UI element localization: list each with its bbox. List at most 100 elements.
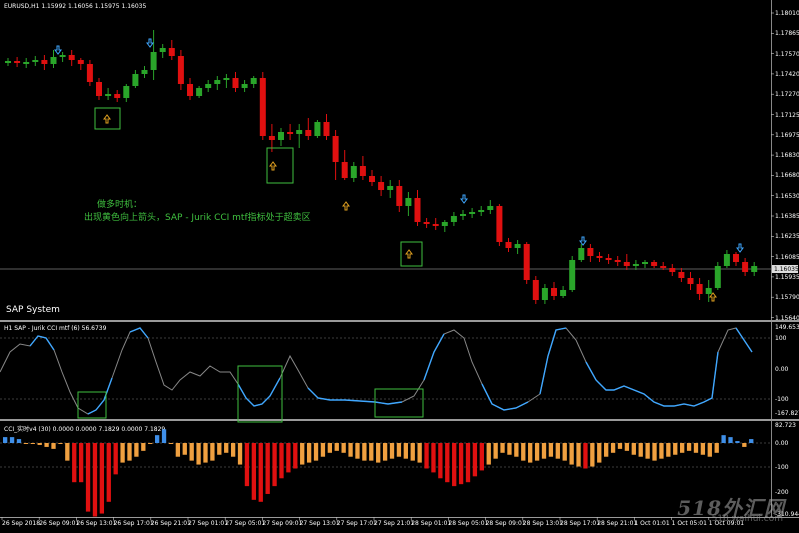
time-axis-label: 1 Oct 01:01 xyxy=(634,520,670,527)
jurik-extreme-segment xyxy=(87,377,113,415)
cci-bar-negative xyxy=(341,443,346,453)
bull-candle xyxy=(387,186,394,190)
cci-bar-negative xyxy=(507,443,512,455)
bull-candle xyxy=(105,94,112,96)
cci-bar-negative xyxy=(355,443,360,459)
price-axis-label: 1.16385 xyxy=(775,213,799,220)
cci-bar-negative xyxy=(293,443,298,469)
jurik-axis-label: -100 xyxy=(775,396,789,403)
cci-bar-negative xyxy=(707,443,712,457)
cci-bar-negative xyxy=(624,443,630,451)
bear-candle xyxy=(696,284,703,294)
cci-bar-negative xyxy=(65,443,70,461)
bull-candle xyxy=(296,130,303,134)
cci-bar-negative xyxy=(576,443,581,467)
time-axis-label: 26 Sep 21:01 xyxy=(150,520,191,527)
cci-bar-negative xyxy=(673,443,678,455)
price-axis-label: 1.15935 xyxy=(775,273,799,281)
cci-bar-negative xyxy=(493,443,498,459)
bull-candle xyxy=(205,84,212,88)
sell-arrow-icon xyxy=(579,236,587,246)
buy-arrow-icon xyxy=(405,249,413,259)
cci-bar-negative xyxy=(127,443,132,461)
time-axis-label: 28 Sep 05:01 xyxy=(448,520,489,527)
sell-arrow-icon xyxy=(54,45,62,55)
bull-candle xyxy=(5,61,11,63)
price-axis-label: 1.16830 xyxy=(775,152,799,160)
bull-candle xyxy=(541,288,548,300)
cci-bar-negative xyxy=(465,443,471,483)
cci-bar-negative xyxy=(680,443,685,453)
bear-candle xyxy=(14,61,21,63)
price-axis-label: 1.18010 xyxy=(775,10,799,17)
cci-bar-negative xyxy=(541,443,547,459)
cci-bar-negative xyxy=(58,443,63,444)
cci-bar-negative xyxy=(51,443,56,449)
cci-bar-negative xyxy=(85,443,91,512)
cci-bar-negative xyxy=(645,443,650,459)
cci-bar-negative xyxy=(500,443,505,453)
bull-candle xyxy=(214,80,221,84)
time-axis-label: 26 Sep 2018 xyxy=(2,520,41,527)
cci-bar-negative xyxy=(272,443,277,487)
buy-arrow-icon xyxy=(342,201,350,211)
cci-bar-negative xyxy=(686,443,692,451)
price-axis-label: 1.16530 xyxy=(775,192,799,200)
bear-candle xyxy=(323,122,330,136)
bear-candle xyxy=(551,288,557,296)
time-axis-label: 26 Sep 17:01 xyxy=(113,520,154,527)
cci-bar-negative xyxy=(37,443,42,445)
bear-candle xyxy=(369,176,375,182)
bull-candle xyxy=(278,132,284,140)
cci-bar-negative xyxy=(106,443,111,502)
bull-candle xyxy=(350,166,357,178)
bear-candle xyxy=(532,280,539,300)
cci-bar-negative xyxy=(521,443,526,461)
bull-candle xyxy=(123,86,130,98)
bear-candle xyxy=(687,278,694,284)
bull-candle xyxy=(159,48,166,52)
bull-candle xyxy=(569,260,576,290)
cci-bar-negative xyxy=(714,443,719,453)
cci-bar-positive xyxy=(3,437,8,443)
jurik-extreme-segment xyxy=(129,327,149,339)
bear-candle xyxy=(678,272,685,278)
cci-bar-negative xyxy=(534,443,540,461)
cci-bar-negative xyxy=(44,443,49,447)
cci-bar-negative xyxy=(382,443,388,461)
cci-bar-negative xyxy=(189,443,194,461)
cci-bar-negative xyxy=(424,443,429,469)
bull-candle xyxy=(705,288,712,294)
cci-bar-negative xyxy=(458,443,464,485)
jurik-extreme-segment xyxy=(585,351,719,407)
cci-bar-positive xyxy=(749,439,754,443)
bear-candle xyxy=(268,136,275,140)
bull-candle xyxy=(578,248,585,260)
cci-bar-negative xyxy=(617,443,623,449)
time-axis-label: 28 Sep 13:01 xyxy=(522,520,563,527)
bear-candle xyxy=(332,136,339,162)
cci-axis-label: -100 xyxy=(775,464,789,471)
cci-bar-negative xyxy=(396,443,402,457)
bear-candle xyxy=(86,64,93,82)
bear-candle xyxy=(733,254,739,262)
cci-bar-negative xyxy=(334,443,339,451)
cci-bar-negative xyxy=(590,443,595,467)
cci-bar-negative xyxy=(348,443,353,457)
bull-candle xyxy=(560,290,567,296)
bull-candle xyxy=(441,222,448,226)
cci-bar-negative xyxy=(286,443,291,473)
cci-bar-negative xyxy=(320,443,326,457)
bull-candle xyxy=(150,52,157,70)
cci-bar-negative xyxy=(389,443,395,459)
bull-candle xyxy=(59,55,66,57)
cci-bar-negative xyxy=(244,443,250,487)
price-axis-label: 1.17125 xyxy=(775,111,799,119)
cci-bar-negative xyxy=(148,443,153,444)
cci-bar-negative xyxy=(237,443,243,465)
buy-arrow-icon xyxy=(709,292,717,302)
time-axis-label: 27 Sep 21:01 xyxy=(374,520,415,527)
cci-bar-negative xyxy=(182,443,187,455)
cci-bar-negative xyxy=(403,443,408,459)
cci-bar-negative xyxy=(610,443,616,453)
